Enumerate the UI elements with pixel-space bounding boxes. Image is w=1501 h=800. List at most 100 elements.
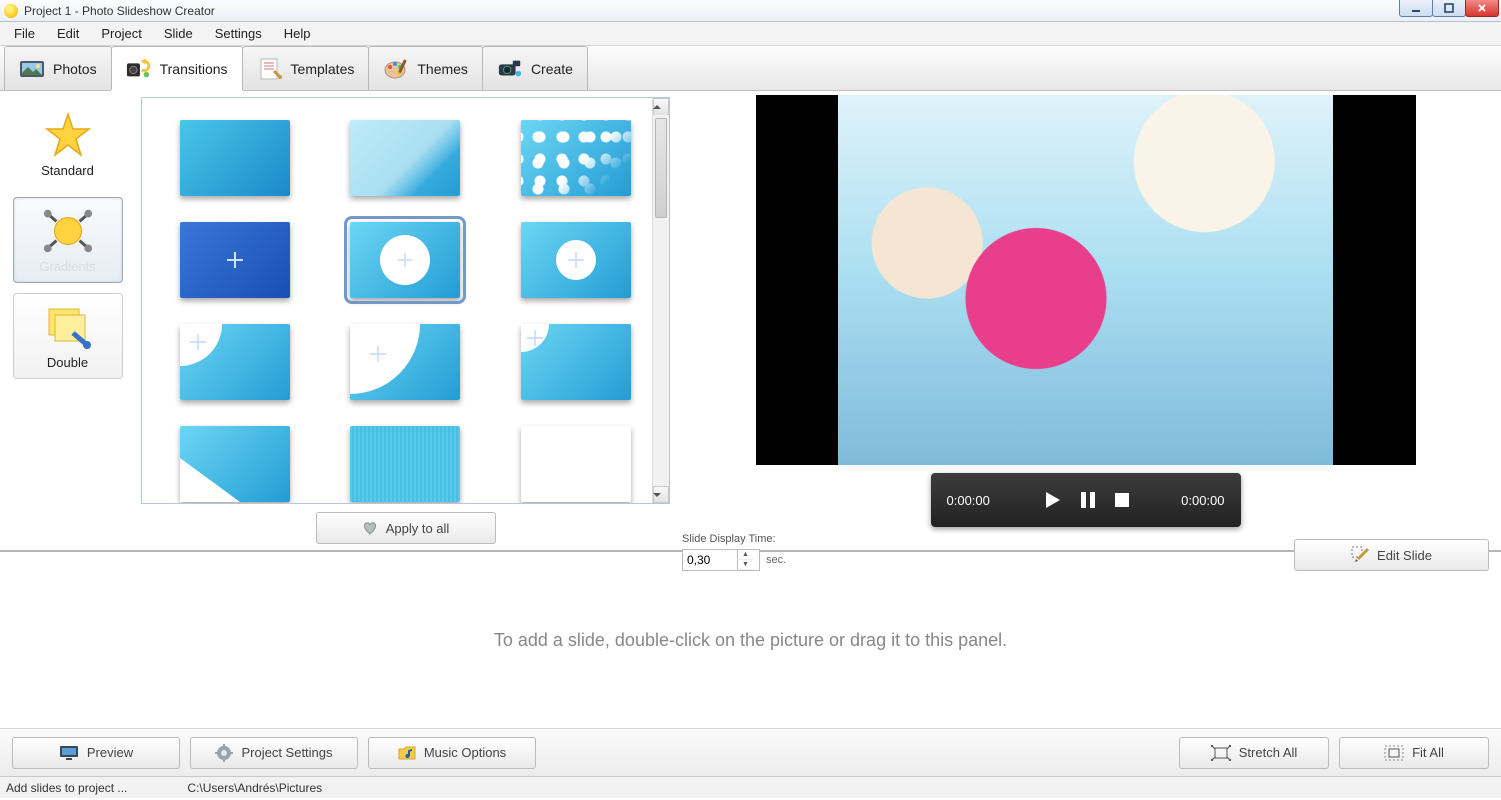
transition-thumb[interactable] (180, 324, 290, 400)
transition-thumb[interactable] (521, 324, 631, 400)
move-icon (370, 346, 386, 362)
transition-thumb[interactable] (521, 120, 631, 196)
minimize-button[interactable] (1399, 0, 1433, 17)
transition-thumb[interactable] (180, 222, 290, 298)
gallery-scrollbar[interactable] (652, 98, 669, 503)
transition-thumb[interactable] (350, 120, 460, 196)
tab-photos[interactable]: Photos (4, 46, 112, 90)
transition-thumb[interactable] (521, 222, 631, 298)
player-frame: 0:00:00 0:00:00 (680, 95, 1491, 527)
preview-column: 0:00:00 0:00:00 Slide Display Time: ▲ (670, 91, 1501, 550)
transitions-grid (150, 110, 661, 504)
button-label: Apply to all (386, 521, 450, 536)
maximize-button[interactable] (1432, 0, 1466, 17)
edit-slide-button[interactable]: Edit Slide (1294, 539, 1489, 571)
transition-thumb[interactable] (180, 426, 290, 502)
main-content: Standard Gradients Double (0, 91, 1501, 550)
fit-all-button[interactable]: Fit All (1339, 737, 1489, 769)
category-standard[interactable]: Standard (13, 101, 123, 187)
preview-button[interactable]: Preview (12, 737, 180, 769)
tab-create[interactable]: Create (482, 46, 588, 90)
spinner-up[interactable]: ▲ (737, 550, 753, 560)
toolbar-tabs: Photos Transitions Templates Themes Crea… (0, 46, 1501, 91)
move-icon (227, 252, 243, 268)
tab-label: Photos (53, 61, 97, 77)
category-label: Standard (41, 163, 94, 178)
stretch-icon (1211, 745, 1231, 761)
window-controls (1400, 0, 1499, 17)
apply-row: Apply to all (141, 504, 670, 544)
button-label: Project Settings (241, 745, 332, 760)
button-label: Stretch All (1239, 745, 1298, 760)
button-label: Edit Slide (1377, 548, 1432, 563)
double-icon (41, 303, 95, 351)
stop-button[interactable] (1114, 490, 1130, 510)
transitions-icon (126, 56, 152, 82)
transition-thumb[interactable] (350, 324, 460, 400)
status-path: C:\Users\Andrés\Pictures (187, 781, 322, 795)
apply-to-all-button[interactable]: Apply to all (316, 512, 496, 544)
slide-time-unit: sec. (766, 554, 786, 566)
category-double[interactable]: Double (13, 293, 123, 379)
monitor-icon (59, 745, 79, 761)
heart-icon (362, 520, 378, 536)
tab-themes[interactable]: Themes (368, 46, 483, 90)
transition-thumb[interactable] (180, 120, 290, 196)
transition-thumb-selected[interactable] (350, 222, 460, 298)
preview-viewport (756, 95, 1416, 465)
menu-settings[interactable]: Settings (205, 24, 272, 43)
menu-edit[interactable]: Edit (47, 24, 89, 43)
project-settings-button[interactable]: Project Settings (190, 737, 358, 769)
status-message: Add slides to project ... (6, 781, 127, 795)
tab-label: Create (531, 61, 573, 77)
slide-display-label: Slide Display Time: (682, 533, 786, 545)
menu-file[interactable]: File (4, 24, 45, 43)
timeline-panel[interactable]: To add a slide, double-click on the pict… (0, 550, 1501, 728)
timeline-hint: To add a slide, double-click on the pict… (494, 630, 1007, 651)
menubar: File Edit Project Slide Settings Help (0, 22, 1501, 46)
menu-project[interactable]: Project (91, 24, 151, 43)
tab-label: Transitions (160, 61, 228, 77)
scroll-thumb[interactable] (655, 118, 667, 218)
spinner-down[interactable]: ▼ (737, 560, 753, 570)
statusbar: Add slides to project ... C:\Users\André… (0, 776, 1501, 798)
tab-label: Themes (417, 61, 468, 77)
player-controls: 0:00:00 0:00:00 (931, 473, 1241, 527)
time-total: 0:00:00 (1181, 493, 1224, 508)
stretch-all-button[interactable]: Stretch All (1179, 737, 1329, 769)
photos-icon (19, 56, 45, 82)
move-icon (568, 252, 584, 268)
button-label: Music Options (424, 745, 506, 760)
menu-help[interactable]: Help (274, 24, 321, 43)
play-button[interactable] (1042, 490, 1062, 510)
transition-thumb[interactable] (350, 426, 460, 502)
titlebar: Project 1 - Photo Slideshow Creator (0, 0, 1501, 22)
category-gradients[interactable]: Gradients (13, 197, 123, 283)
pause-button[interactable] (1080, 490, 1096, 510)
menu-slide[interactable]: Slide (154, 24, 203, 43)
close-button[interactable] (1465, 0, 1499, 17)
time-elapsed: 0:00:00 (947, 493, 990, 508)
gallery-wrap: Apply to all (135, 91, 670, 550)
scroll-up-button[interactable] (653, 98, 669, 115)
transitions-gallery (141, 97, 670, 504)
edit-icon (1351, 546, 1369, 564)
move-icon (398, 253, 412, 267)
slide-time-input[interactable] (683, 553, 737, 567)
slide-time-spinner[interactable]: ▲ ▼ (682, 549, 760, 571)
move-icon (527, 330, 543, 346)
tab-label: Templates (291, 61, 355, 77)
move-icon (190, 334, 206, 350)
transition-thumb[interactable] (521, 426, 631, 502)
tab-transitions[interactable]: Transitions (111, 46, 243, 90)
star-icon (41, 111, 95, 159)
tab-templates[interactable]: Templates (242, 46, 370, 90)
scroll-down-button[interactable] (653, 486, 669, 503)
fit-icon (1384, 745, 1404, 761)
music-folder-icon (398, 744, 416, 762)
music-options-button[interactable]: Music Options (368, 737, 536, 769)
window-title: Project 1 - Photo Slideshow Creator (24, 4, 215, 18)
slide-display-time: Slide Display Time: ▲ ▼ sec. (682, 533, 786, 571)
create-icon (497, 56, 523, 82)
category-label: Double (47, 355, 88, 370)
